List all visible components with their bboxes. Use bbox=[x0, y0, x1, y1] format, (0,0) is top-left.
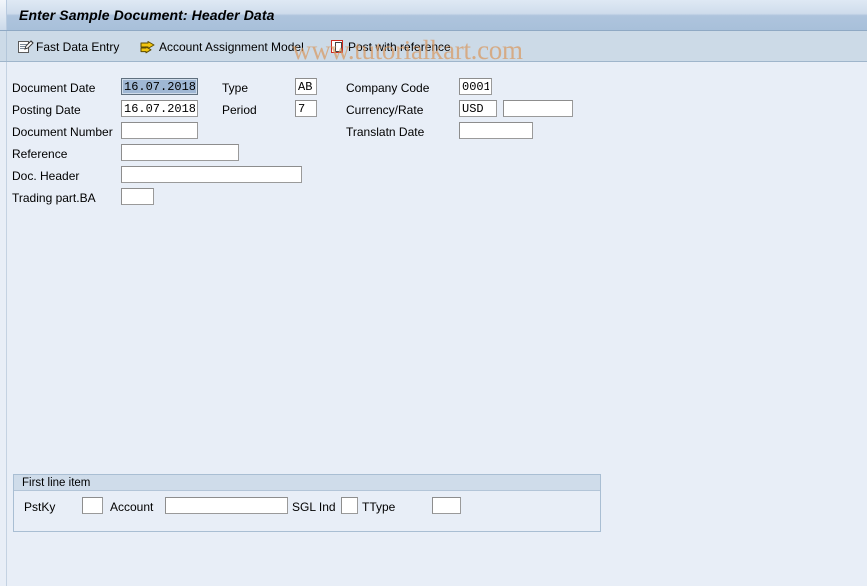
document-number-input[interactable] bbox=[121, 122, 198, 139]
account-assignment-model-label: Account Assignment Model bbox=[159, 40, 304, 54]
type-input[interactable] bbox=[295, 78, 317, 95]
reference-input[interactable] bbox=[121, 144, 239, 161]
account-assignment-model-button[interactable]: Account Assignment Model bbox=[140, 36, 304, 57]
title-bar: Enter Sample Document: Header Data bbox=[0, 0, 867, 31]
post-with-reference-label: Post with reference bbox=[348, 40, 451, 54]
pstky-input[interactable] bbox=[82, 497, 103, 514]
post-with-reference-button[interactable]: Post with reference bbox=[331, 36, 451, 57]
translatn-date-input[interactable] bbox=[459, 122, 533, 139]
label-pstky: PstKy bbox=[24, 500, 55, 514]
fast-data-entry-icon bbox=[18, 40, 33, 54]
label-ttype: TType bbox=[362, 500, 395, 514]
canvas-left-edge bbox=[0, 62, 7, 586]
label-doc-header: Doc. Header bbox=[12, 169, 79, 183]
window-left-edge bbox=[0, 0, 7, 30]
first-line-item-group: First line item PstKy Account SGL Ind TT… bbox=[13, 474, 601, 532]
form-canvas: Document Date Posting Date Document Numb… bbox=[0, 62, 867, 586]
document-date-input[interactable] bbox=[121, 78, 198, 95]
sgl-ind-input[interactable] bbox=[341, 497, 358, 514]
label-period: Period bbox=[222, 103, 257, 117]
toolbar-left-edge bbox=[0, 31, 7, 61]
label-document-number: Document Number bbox=[12, 125, 113, 139]
application-toolbar: Fast Data Entry Account Assignment Model… bbox=[0, 31, 867, 62]
company-code-input[interactable] bbox=[459, 78, 492, 95]
page-title: Enter Sample Document: Header Data bbox=[19, 7, 274, 23]
label-document-date: Document Date bbox=[12, 81, 95, 95]
ttype-input[interactable] bbox=[432, 497, 461, 514]
label-translatn-date: Translatn Date bbox=[346, 125, 424, 139]
label-currency-rate: Currency/Rate bbox=[346, 103, 423, 117]
doc-header-input[interactable] bbox=[121, 166, 302, 183]
first-line-item-title: First line item bbox=[14, 475, 600, 491]
post-with-reference-icon bbox=[331, 40, 345, 54]
posting-date-input[interactable] bbox=[121, 100, 198, 117]
currency-input[interactable] bbox=[459, 100, 497, 117]
label-trading-part-ba: Trading part.BA bbox=[12, 191, 96, 205]
label-company-code: Company Code bbox=[346, 81, 429, 95]
period-input[interactable] bbox=[295, 100, 317, 117]
sap-screen: Enter Sample Document: Header Data Fast … bbox=[0, 0, 867, 586]
label-type: Type bbox=[222, 81, 248, 95]
label-account: Account bbox=[110, 500, 153, 514]
account-input[interactable] bbox=[165, 497, 288, 514]
account-assignment-model-icon bbox=[140, 40, 156, 54]
trading-part-ba-input[interactable] bbox=[121, 188, 154, 205]
label-reference: Reference bbox=[12, 147, 67, 161]
label-sgl-ind: SGL Ind bbox=[292, 500, 336, 514]
fast-data-entry-label: Fast Data Entry bbox=[36, 40, 119, 54]
fast-data-entry-button[interactable]: Fast Data Entry bbox=[18, 36, 119, 57]
rate-input[interactable] bbox=[503, 100, 573, 117]
label-posting-date: Posting Date bbox=[12, 103, 81, 117]
